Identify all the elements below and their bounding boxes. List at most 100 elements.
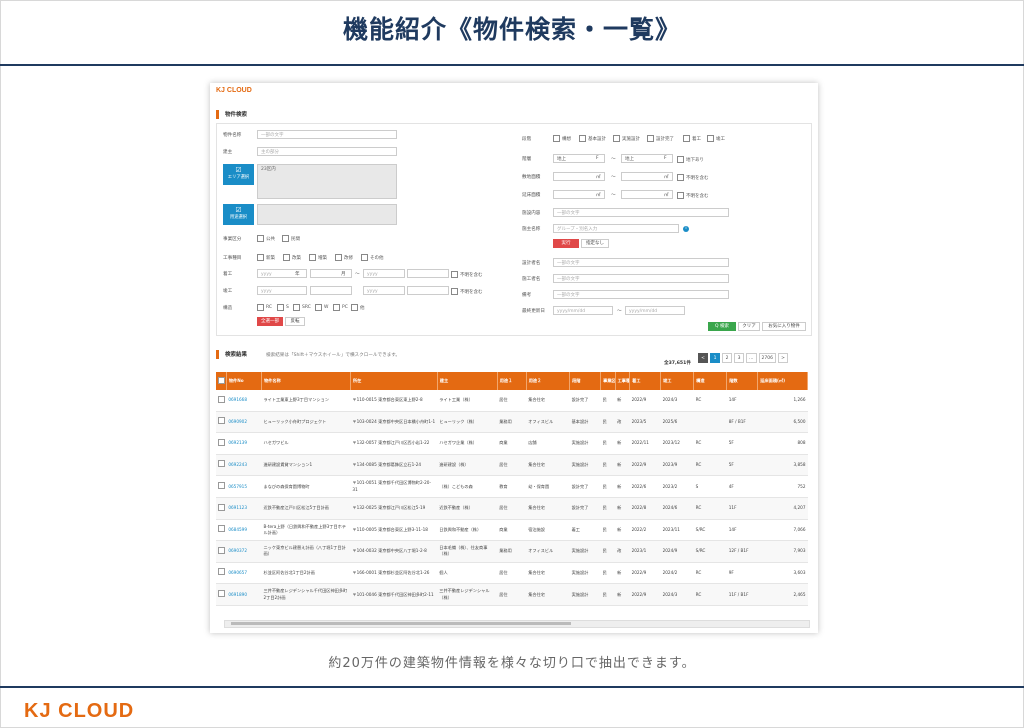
end-year-input[interactable]: yyyy bbox=[257, 286, 307, 295]
public-checkbox[interactable]: 公共 bbox=[257, 235, 275, 242]
table-row[interactable]: 0684599 B-tera上野（日鉄興和不動産上野3丁目ホテル計画） 〒110-0… bbox=[216, 519, 808, 542]
col-header[interactable]: 用途１ bbox=[497, 372, 527, 390]
constructor-input[interactable]: 一部の文字 bbox=[553, 274, 729, 283]
name-input[interactable]: 一部の文字 bbox=[257, 130, 397, 139]
facility-input[interactable]: 一部の文字 bbox=[553, 208, 729, 217]
col-header[interactable]: 用途２ bbox=[526, 372, 571, 390]
table-row[interactable]: 0692139 ハセガワビル 〒132-0057 東京都江戸川区西小岩1-22 ハセガ… bbox=[216, 432, 808, 455]
start-unknown-checkbox[interactable]: 不明を含む bbox=[451, 271, 483, 278]
end-unknown-checkbox[interactable]: 不明を含む bbox=[451, 288, 483, 295]
row-checkbox[interactable] bbox=[216, 454, 227, 477]
pager-page-2[interactable]: 2 bbox=[722, 353, 732, 363]
scrollbar-thumb[interactable] bbox=[231, 622, 571, 625]
unspecified-button[interactable]: 指定なし bbox=[581, 239, 609, 248]
property-number-link[interactable]: 0690657 bbox=[226, 562, 262, 585]
property-number-link[interactable]: 0692139 bbox=[226, 432, 262, 455]
row-checkbox[interactable] bbox=[216, 497, 227, 520]
end-year-to-input[interactable]: yyyy bbox=[363, 286, 405, 295]
struct-opt-rc[interactable]: RC bbox=[257, 304, 272, 311]
property-number-link[interactable]: 0684599 bbox=[226, 519, 262, 542]
end-month-to-select[interactable] bbox=[407, 286, 449, 295]
col-header[interactable]: 着工 bbox=[629, 372, 662, 390]
pager-next[interactable]: > bbox=[777, 353, 788, 363]
property-number-link[interactable]: 0691890 bbox=[226, 583, 262, 606]
end-month-select[interactable] bbox=[310, 286, 352, 295]
pager-page-3[interactable]: 3 bbox=[734, 353, 744, 363]
select-all-button[interactable]: 全選一部 bbox=[257, 317, 283, 326]
row-checkbox[interactable] bbox=[216, 562, 227, 585]
work-opt-renovate[interactable]: 改修 bbox=[335, 254, 353, 261]
start-year-to-input[interactable]: yyyy bbox=[363, 269, 405, 278]
area-select-button[interactable]: ☑ エリア選択 bbox=[223, 164, 254, 185]
col-header[interactable]: 物件名称 bbox=[261, 372, 351, 390]
designer-input[interactable]: 一部の文字 bbox=[553, 258, 729, 267]
row-checkbox[interactable] bbox=[216, 475, 227, 498]
table-row[interactable]: 0692243 進研建設賃貸マンション1 〒134-0085 東京都葛飾区立石1-2… bbox=[216, 454, 808, 477]
property-number-link[interactable]: 0657915 bbox=[226, 475, 262, 498]
pager-page-last[interactable]: 2706 bbox=[758, 353, 776, 363]
row-checkbox[interactable] bbox=[216, 519, 227, 542]
property-number-link[interactable]: 0691668 bbox=[226, 390, 262, 412]
note-input[interactable]: 一部の文字 bbox=[553, 290, 729, 299]
search-button[interactable]: Q 検索 bbox=[708, 322, 736, 331]
basement-checkbox[interactable]: 地下あり bbox=[677, 156, 704, 163]
col-header[interactable]: 所在 bbox=[350, 372, 438, 390]
work-opt-rebuild[interactable]: 改築 bbox=[283, 254, 301, 261]
struct-opt-w[interactable]: W bbox=[315, 304, 328, 311]
col-header[interactable]: 構造 bbox=[693, 372, 728, 390]
col-header[interactable]: 建主 bbox=[437, 372, 498, 390]
owner-input[interactable]: 主の部分 bbox=[257, 147, 397, 156]
updated-to-input[interactable]: yyyy/mm/dd bbox=[625, 306, 685, 315]
stage-opt-4[interactable]: 設計完了 bbox=[647, 135, 674, 142]
col-header[interactable]: 物件No bbox=[226, 372, 262, 390]
struct-opt-other[interactable]: 他 bbox=[351, 304, 365, 311]
property-number-link[interactable]: 0690372 bbox=[226, 540, 262, 563]
property-number-link[interactable]: 0692243 bbox=[226, 454, 262, 477]
row-checkbox[interactable] bbox=[216, 432, 227, 455]
col-header[interactable]: 段階 bbox=[569, 372, 602, 390]
stage-opt-5[interactable]: 着工 bbox=[683, 135, 701, 142]
row-checkbox[interactable] bbox=[216, 540, 227, 563]
updated-from-input[interactable]: yyyy/mm/dd bbox=[553, 306, 613, 315]
apply-button[interactable]: 実行 bbox=[553, 239, 579, 248]
area-value-box[interactable]: 23区内 bbox=[257, 164, 397, 199]
col-header[interactable]: 延床面積(㎡) bbox=[757, 372, 808, 390]
stage-opt-2[interactable]: 基本設計 bbox=[579, 135, 606, 142]
table-row[interactable]: 0691123 近鉄不動産江戸川区松江5丁目計画 〒132-0025 東京都江戸川区… bbox=[216, 497, 808, 520]
col-header[interactable]: 竣工 bbox=[660, 372, 695, 390]
work-opt-other[interactable]: その他 bbox=[361, 254, 384, 261]
struct-opt-pc[interactable]: PC bbox=[333, 304, 348, 311]
col-header[interactable]: 階数 bbox=[726, 372, 759, 390]
table-row[interactable]: 0657915 まなびの森保育園博物町 〒101-0051 東京都千代田区博物町2-… bbox=[216, 475, 808, 498]
table-row[interactable]: 0690657 杉並区阿佐谷北1丁目2計画 〒166-0001 東京都杉並区阿佐谷北… bbox=[216, 562, 808, 585]
struct-opt-src[interactable]: SRC bbox=[293, 304, 311, 311]
stage-opt-3[interactable]: 実施設計 bbox=[613, 135, 640, 142]
favorites-button[interactable]: お気に入り物件 bbox=[762, 322, 806, 331]
start-month-to-select[interactable] bbox=[407, 269, 449, 278]
property-number-link[interactable]: 0691123 bbox=[226, 497, 262, 520]
table-row[interactable]: 0690372 ニッケ東京ビル建替え計画（八丁堀1丁目計画） 〒104-0032 東… bbox=[216, 540, 808, 563]
work-opt-new[interactable]: 新築 bbox=[257, 254, 275, 261]
row-checkbox[interactable] bbox=[216, 411, 227, 434]
col-header[interactable]: 工事種目 bbox=[615, 372, 631, 390]
table-row[interactable]: 0690902 ヒューリック小舟町プロジェクト 〒103-0024 東京都中央区日本… bbox=[216, 411, 808, 434]
invert-button[interactable]: 反転 bbox=[285, 317, 305, 326]
clear-button[interactable]: クリア bbox=[738, 322, 760, 331]
property-number-link[interactable]: 0690902 bbox=[226, 411, 262, 434]
row-checkbox[interactable] bbox=[216, 583, 227, 606]
horizontal-scrollbar[interactable] bbox=[224, 620, 810, 628]
stage-opt-6[interactable]: 竣工 bbox=[707, 135, 725, 142]
pager-page-1[interactable]: 1 bbox=[710, 353, 720, 363]
col-header[interactable]: 事業区分 bbox=[600, 372, 616, 390]
builder-input[interactable]: グループ・別名入力 bbox=[553, 224, 679, 233]
struct-opt-s[interactable]: S bbox=[277, 304, 289, 311]
row-checkbox[interactable] bbox=[216, 390, 227, 412]
table-row[interactable]: 0691890 三井不動産レジデンシャル千代田区神田多町2丁目2計画 〒101-00… bbox=[216, 583, 808, 606]
total-unknown-checkbox[interactable]: 不明を含む bbox=[677, 192, 709, 199]
stage-opt-1[interactable]: 構想 bbox=[553, 135, 571, 142]
select-all-checkbox[interactable] bbox=[216, 372, 227, 390]
use-value-box[interactable] bbox=[257, 204, 397, 225]
table-row[interactable]: 0691668 ライト工業東上野3丁目マンション 〒110-0015 東京都台東区東… bbox=[216, 390, 808, 412]
private-checkbox[interactable]: 民間 bbox=[282, 235, 300, 242]
pager-prev[interactable]: < bbox=[698, 353, 708, 363]
